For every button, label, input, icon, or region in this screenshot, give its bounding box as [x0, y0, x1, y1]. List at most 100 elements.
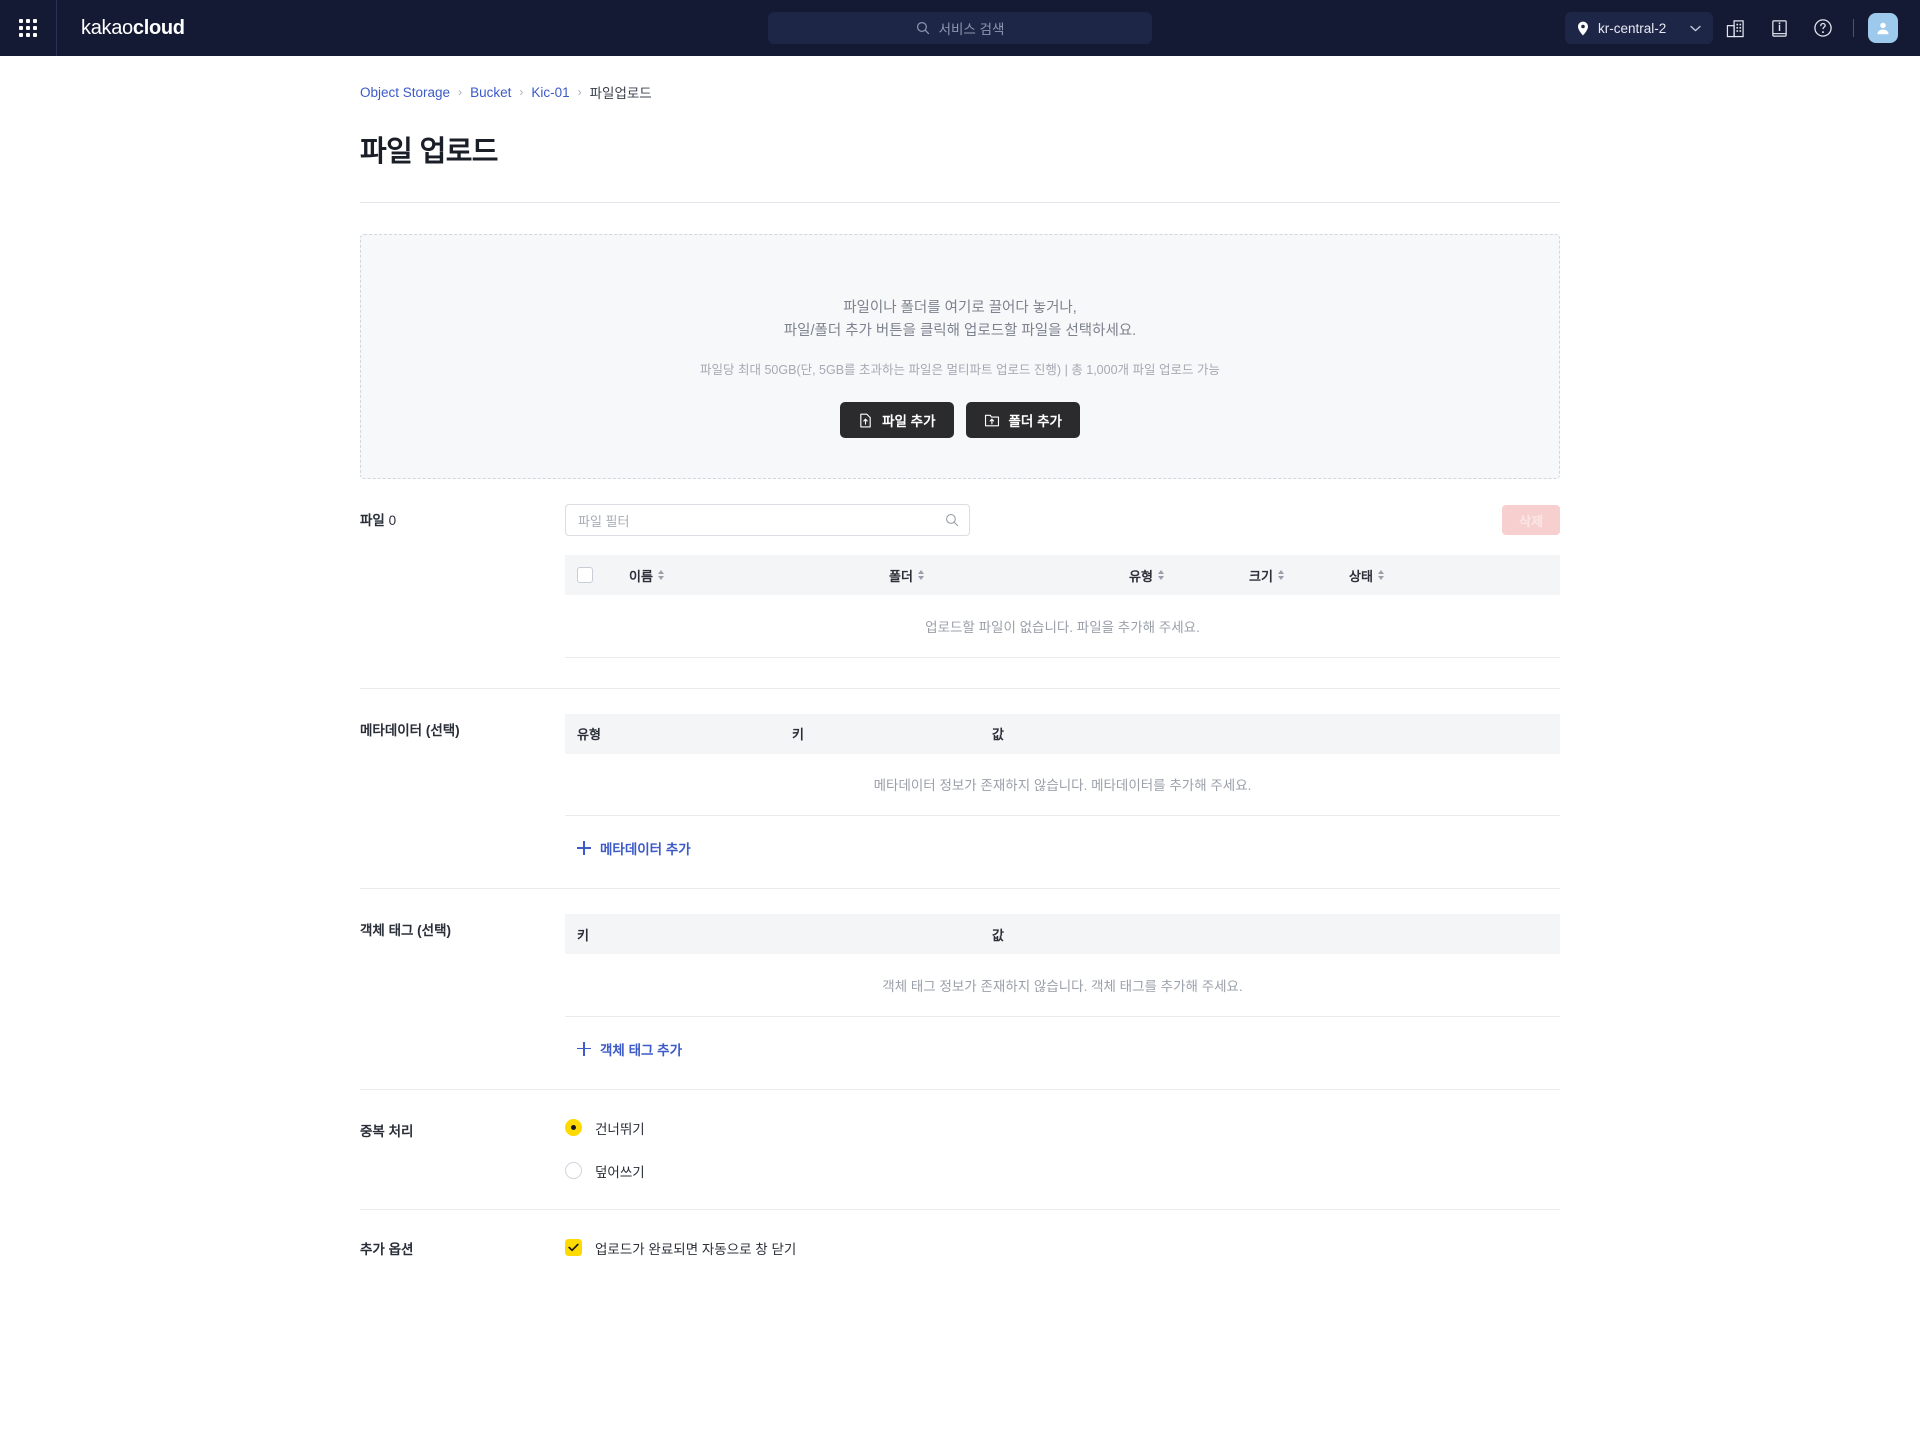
files-section-body: 파일 필터 삭제 이름 폴더 유형 크기 상태 업로드할 파일이 없습니다. 파… — [565, 479, 1560, 688]
add-file-button[interactable]: 파일 추가 — [840, 402, 954, 438]
files-empty-text: 업로드할 파일이 없습니다. 파일을 추가해 주세요. — [565, 595, 1560, 658]
files-col-folder-label: 폴더 — [889, 568, 913, 584]
files-col-status[interactable]: 상태 — [1337, 555, 1447, 595]
select-all-checkbox[interactable] — [577, 567, 593, 584]
sort-icon[interactable] — [1157, 570, 1164, 580]
files-col-folder[interactable]: 폴더 — [877, 555, 1117, 595]
duplicate-option-overwrite-label: 덮어쓰기 — [595, 1164, 645, 1180]
object-tags-col-key: 키 — [565, 914, 980, 954]
metadata-empty-row: 메타데이터 정보가 존재하지 않습니다. 메타데이터를 추가해 주세요. — [565, 753, 1560, 816]
topbar-right-group: kr-central-2 — [1565, 0, 1920, 56]
files-col-spacer — [1447, 555, 1560, 595]
user-avatar[interactable] — [1868, 13, 1898, 43]
add-object-tag-button[interactable]: 객체 태그 추가 — [565, 1039, 682, 1059]
metadata-section-label: 메타데이터 (선택) — [360, 722, 460, 738]
files-count: 0 — [388, 513, 397, 528]
organization-button[interactable] — [1713, 0, 1757, 56]
auto-close-checkbox[interactable] — [565, 1239, 582, 1256]
files-section-label: 파일 0 — [360, 479, 565, 688]
files-col-type-label: 유형 — [1129, 568, 1153, 584]
plus-icon — [577, 841, 591, 855]
region-name: kr-central-2 — [1598, 20, 1667, 36]
title-divider — [360, 202, 1560, 203]
metadata-table-header-row: 유형 키 값 — [565, 713, 1560, 754]
brand-logo[interactable]: kakaocloud — [57, 17, 185, 40]
object-tags-table: 키 값 객체 태그 정보가 존재하지 않습니다. 객체 태그를 추가해 주세요. — [565, 914, 1560, 1017]
dropzone-buttons: 파일 추가 폴더 추가 — [840, 402, 1080, 438]
add-folder-button-label: 폴더 추가 — [1008, 414, 1062, 429]
search-icon — [946, 514, 959, 527]
object-tags-col-value: 값 — [980, 914, 1560, 954]
region-selector[interactable]: kr-central-2 — [1565, 12, 1713, 44]
radio-overwrite[interactable] — [565, 1162, 582, 1179]
metadata-col-type: 유형 — [565, 713, 780, 754]
search-icon — [916, 21, 929, 35]
add-file-button-label: 파일 추가 — [882, 414, 936, 429]
add-object-tag-label: 객체 태그 추가 — [600, 1042, 683, 1058]
radio-skip[interactable] — [565, 1119, 582, 1136]
dropzone-line-2: 파일/폴더 추가 버튼을 클릭해 업로드할 파일을 선택하세요. — [783, 323, 1137, 339]
add-folder-button[interactable]: 폴더 추가 — [965, 402, 1080, 438]
org-building-icon — [1726, 19, 1744, 37]
top-navigation-bar: kakaocloud 서비스 검색 kr-central-2 — [0, 0, 1920, 56]
files-col-name[interactable]: 이름 — [617, 555, 877, 595]
file-filter-placeholder: 파일 필터 — [578, 513, 630, 529]
topbar-separator — [1853, 19, 1854, 37]
user-avatar-icon — [1877, 22, 1889, 35]
metadata-section: 메타데이터 (선택) 유형 키 값 메타데이터 정보가 존재하지 않습니다. 메… — [360, 689, 1560, 889]
location-pin-icon — [1578, 21, 1588, 35]
breadcrumb-item-2[interactable]: Kic-01 — [531, 85, 569, 100]
files-col-type[interactable]: 유형 — [1117, 555, 1237, 595]
files-select-all-cell — [565, 555, 617, 595]
files-empty-row: 업로드할 파일이 없습니다. 파일을 추가해 주세요. — [565, 595, 1560, 658]
service-search-input[interactable]: 서비스 검색 — [768, 12, 1152, 44]
add-metadata-button[interactable]: 메타데이터 추가 — [565, 838, 691, 858]
duplicate-handling-section: 중복 처리 건너뛰기 덮어쓰기 — [360, 1090, 1560, 1210]
docs-book-icon — [1771, 19, 1787, 37]
breadcrumb-item-current: 파일업로드 — [589, 86, 652, 101]
object-tags-section-label: 객체 태그 (선택) — [360, 923, 452, 938]
dropzone-line-1: 파일이나 폴더를 여기로 끌어다 놓거나, — [843, 300, 1077, 316]
duplicate-option-skip-label: 건너뛰기 — [595, 1121, 645, 1137]
documentation-button[interactable] — [1757, 0, 1801, 56]
files-table: 이름 폴더 유형 크기 상태 업로드할 파일이 없습니다. 파일을 추가해 주세… — [565, 555, 1560, 658]
file-dropzone[interactable]: 파일이나 폴더를 여기로 끌어다 놓거나, 파일/폴더 추가 버튼을 클릭해 업… — [360, 234, 1560, 479]
metadata-col-value: 값 — [980, 713, 1560, 754]
extra-options-section: 추가 옵션 업로드가 완료되면 자동으로 창 닫기 — [360, 1210, 1560, 1286]
object-tags-section-body: 키 값 객체 태그 정보가 존재하지 않습니다. 객체 태그를 추가해 주세요.… — [565, 889, 1560, 1089]
auto-close-option[interactable]: 업로드가 완료되면 자동으로 창 닫기 — [565, 1238, 1560, 1258]
object-tags-table-header-row: 키 값 — [565, 914, 1560, 954]
folder-upload-icon — [984, 414, 999, 426]
help-button[interactable] — [1801, 0, 1845, 56]
sort-icon[interactable] — [657, 570, 664, 580]
extra-options-label: 추가 옵션 — [360, 1241, 414, 1257]
apps-grid-button[interactable] — [0, 0, 56, 56]
files-col-name-label: 이름 — [629, 568, 653, 584]
breadcrumb-item-1[interactable]: Bucket — [470, 85, 511, 100]
file-upload-icon — [860, 413, 871, 427]
sort-icon[interactable] — [917, 570, 924, 580]
chevron-down-icon — [1690, 25, 1701, 31]
extra-options-body: 업로드가 완료되면 자동으로 창 닫기 — [565, 1210, 1560, 1286]
metadata-table: 유형 키 값 메타데이터 정보가 존재하지 않습니다. 메타데이터를 추가해 주… — [565, 713, 1560, 816]
sort-icon[interactable] — [1277, 570, 1284, 580]
breadcrumb-separator-icon: › — [577, 85, 582, 99]
plus-icon — [577, 1041, 591, 1056]
sort-icon[interactable] — [1377, 570, 1384, 580]
page-content: Object Storage › Bucket › Kic-01 › 파일업로드… — [0, 56, 1920, 1286]
breadcrumb: Object Storage › Bucket › Kic-01 › 파일업로드 — [360, 56, 1560, 102]
duplicate-option-overwrite[interactable]: 덮어쓰기 — [565, 1161, 1560, 1181]
duplicate-handling-label: 중복 처리 — [360, 1123, 414, 1139]
files-col-size-label: 크기 — [1249, 568, 1273, 584]
brand-logo-light: kakao — [81, 16, 133, 39]
metadata-empty-text: 메타데이터 정보가 존재하지 않습니다. 메타데이터를 추가해 주세요. — [565, 753, 1560, 816]
delete-files-button[interactable]: 삭제 — [1502, 505, 1560, 535]
duplicate-handling-body: 건너뛰기 덮어쓰기 — [565, 1090, 1560, 1209]
add-metadata-label: 메타데이터 추가 — [600, 842, 691, 857]
breadcrumb-item-0[interactable]: Object Storage — [360, 85, 450, 100]
help-question-icon — [1814, 19, 1832, 37]
file-filter-input[interactable]: 파일 필터 — [565, 504, 970, 536]
grid-apps-icon — [19, 19, 37, 37]
duplicate-option-skip[interactable]: 건너뛰기 — [565, 1118, 1560, 1138]
files-col-size[interactable]: 크기 — [1237, 555, 1337, 595]
